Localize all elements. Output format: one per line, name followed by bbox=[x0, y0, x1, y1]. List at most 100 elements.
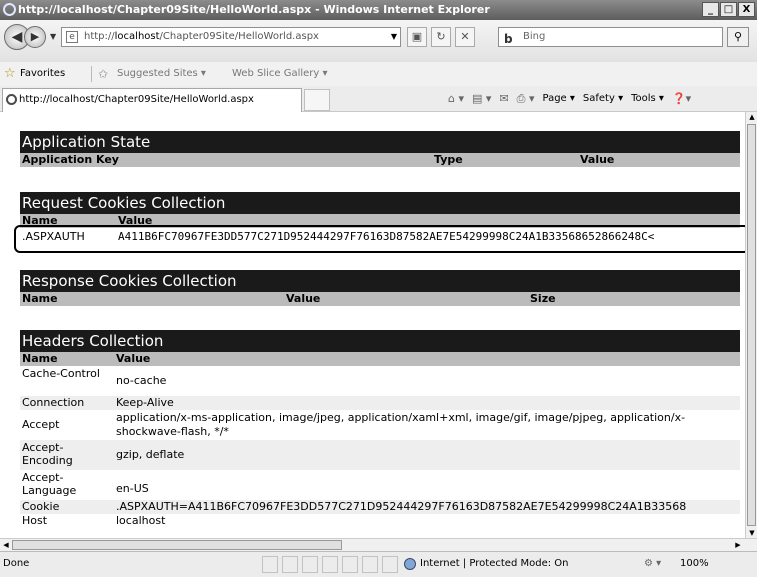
status-text: Done bbox=[3, 558, 30, 569]
status-segment bbox=[302, 556, 318, 573]
window-title: http://localhost/Chapter09Site/HelloWorl… bbox=[18, 3, 490, 16]
status-segment bbox=[282, 556, 298, 573]
status-segment bbox=[382, 556, 398, 573]
web-slice-gallery-link[interactable]: Web Slice Gallery ▾ bbox=[232, 62, 328, 86]
home-icon[interactable]: ⌂ ▾ bbox=[448, 86, 464, 112]
col-type: Type bbox=[434, 153, 463, 166]
maximize-button[interactable]: □ bbox=[720, 2, 737, 17]
table-row: Cache-Control no-cache bbox=[20, 366, 740, 396]
header-value: .ASPXAUTH=A411B6FC70967FE3DD577C271D9524… bbox=[116, 500, 687, 513]
table-row: Accept application/x-ms-application, ima… bbox=[20, 410, 740, 440]
col-name: Name bbox=[22, 352, 58, 365]
new-tab-button[interactable] bbox=[304, 89, 330, 111]
favorites-bar: ☆ Favorites ✩ Suggested Sites ▾ Web Slic… bbox=[0, 62, 757, 86]
status-segment bbox=[342, 556, 358, 573]
tab-page-icon bbox=[6, 94, 17, 105]
header-value: no-cache bbox=[116, 374, 167, 387]
page-menu[interactable]: Page ▾ bbox=[542, 86, 574, 112]
tools-menu[interactable]: Tools ▾ bbox=[631, 86, 664, 112]
url-host: localhost bbox=[114, 31, 160, 42]
section-title: Request Cookies Collection bbox=[20, 192, 740, 214]
read-mail-icon[interactable]: ✉ bbox=[499, 86, 508, 112]
favorites-star-icon: ☆ bbox=[4, 66, 16, 81]
scroll-up-arrow-icon[interactable]: ▲ bbox=[747, 112, 757, 122]
back-arrow-icon: ◀ bbox=[11, 29, 23, 45]
close-button[interactable]: X bbox=[738, 2, 755, 17]
table-row: Cookie .ASPXAUTH=A411B6FC70967FE3DD577C2… bbox=[20, 500, 740, 514]
highlight-box bbox=[14, 225, 750, 253]
compatibility-view-icon[interactable]: ▣ bbox=[407, 27, 427, 47]
section-title: Application State bbox=[20, 131, 740, 153]
zoom-level[interactable]: 100% bbox=[680, 552, 709, 576]
header-value: gzip, deflate bbox=[116, 448, 185, 461]
print-icon[interactable]: ⎙ ▾ bbox=[517, 86, 535, 112]
tab-row: http://localhost/Chapter09Site/HelloWorl… bbox=[0, 86, 757, 112]
header-name: Cache-Control bbox=[22, 367, 100, 380]
favorites-button[interactable]: Favorites bbox=[20, 62, 65, 86]
status-segment bbox=[362, 556, 378, 573]
address-input[interactable]: e http://localhost/Chapter09Site/HelloWo… bbox=[61, 27, 401, 47]
security-zone-text[interactable]: Internet | Protected Mode: On bbox=[420, 552, 568, 576]
status-bar: Done Internet | Protected Mode: On ⚙ ▾ 1… bbox=[0, 551, 757, 577]
minimize-button[interactable]: _ bbox=[702, 2, 719, 17]
section-header-row: Name Value bbox=[20, 352, 740, 366]
scroll-right-arrow-icon[interactable]: ▶ bbox=[733, 539, 743, 551]
add-to-favorites-bar-icon[interactable]: ✩ bbox=[98, 62, 108, 86]
safety-menu[interactable]: Safety ▾ bbox=[583, 86, 623, 112]
ie-logo-icon bbox=[3, 3, 16, 16]
internet-globe-icon bbox=[404, 558, 416, 570]
search-button[interactable]: ⚲ bbox=[727, 27, 749, 47]
url-prefix: http:// bbox=[84, 31, 115, 42]
recent-pages-dropdown-icon[interactable]: ▼ bbox=[50, 32, 56, 41]
url-path: /Chapter09Site/HelloWorld.aspx bbox=[159, 31, 319, 42]
header-name: Cookie bbox=[22, 500, 60, 513]
table-row: Accept-Language en-US bbox=[20, 470, 740, 500]
help-icon[interactable]: ❓▾ bbox=[672, 86, 691, 112]
header-name: Accept-Language bbox=[22, 471, 77, 497]
window-title-bar: http://localhost/Chapter09Site/HelloWorl… bbox=[0, 0, 757, 20]
header-name: Connection bbox=[22, 396, 85, 409]
horizontal-scrollbar[interactable]: ◀ ▶ bbox=[0, 538, 757, 551]
section-title: Response Cookies Collection bbox=[20, 270, 740, 292]
section-title: Headers Collection bbox=[20, 330, 740, 352]
address-dropdown-icon[interactable]: ▼ bbox=[391, 28, 397, 46]
search-placeholder: Bing bbox=[523, 31, 546, 42]
header-value: localhost bbox=[116, 514, 166, 527]
horizontal-scroll-thumb[interactable] bbox=[12, 540, 342, 550]
col-value: Value bbox=[286, 292, 321, 305]
col-value: Value bbox=[580, 153, 615, 166]
scroll-left-arrow-icon[interactable]: ◀ bbox=[1, 539, 11, 551]
col-application-key: Application Key bbox=[22, 153, 119, 166]
col-value: Value bbox=[116, 352, 151, 365]
table-row: Accept-Encoding gzip, deflate bbox=[20, 440, 740, 470]
header-name: Host bbox=[22, 514, 48, 527]
header-name: Accept bbox=[22, 418, 60, 431]
response-cookies-section: Response Cookies Collection Name Value S… bbox=[20, 270, 740, 306]
table-row: Connection Keep-Alive bbox=[20, 396, 740, 410]
suggested-sites-link[interactable]: Suggested Sites ▾ bbox=[117, 62, 206, 86]
col-name: Name bbox=[22, 292, 58, 305]
search-input[interactable]: b Bing bbox=[498, 27, 723, 47]
window-controls: _ □ X bbox=[702, 2, 755, 17]
header-value: Keep-Alive bbox=[116, 396, 174, 409]
header-value: application/x-ms-application, image/jpeg… bbox=[116, 411, 686, 438]
scroll-down-arrow-icon[interactable]: ▼ bbox=[747, 528, 757, 538]
headers-collection-section: Headers Collection Name Value Cache-Cont… bbox=[20, 330, 740, 528]
feeds-icon[interactable]: ▤ ▾ bbox=[472, 86, 491, 112]
tab-helloworld[interactable]: http://localhost/Chapter09Site/HelloWorl… bbox=[2, 88, 302, 112]
command-bar: ⌂ ▾ ▤ ▾ ✉ ⎙ ▾ Page ▾ Safety ▾ Tools ▾ ❓▾ bbox=[448, 86, 691, 112]
section-header-row: Application Key Type Value bbox=[20, 153, 740, 167]
forward-button[interactable]: ▶ bbox=[24, 26, 46, 48]
page-icon: e bbox=[66, 31, 78, 43]
favorites-separator bbox=[91, 66, 92, 82]
vertical-scroll-thumb[interactable] bbox=[747, 124, 756, 526]
search-icon: ⚲ bbox=[733, 30, 743, 43]
application-state-section: Application State Application Key Type V… bbox=[20, 131, 740, 167]
bing-logo-icon: b bbox=[504, 32, 513, 46]
stop-icon[interactable]: ✕ bbox=[455, 27, 475, 47]
col-size: Size bbox=[530, 292, 556, 305]
header-value: en-US bbox=[116, 482, 149, 495]
refresh-icon[interactable]: ↻ bbox=[431, 27, 451, 47]
addons-icon[interactable]: ⚙ ▾ bbox=[644, 552, 661, 576]
vertical-scrollbar[interactable]: ▲ ▼ bbox=[745, 112, 757, 538]
